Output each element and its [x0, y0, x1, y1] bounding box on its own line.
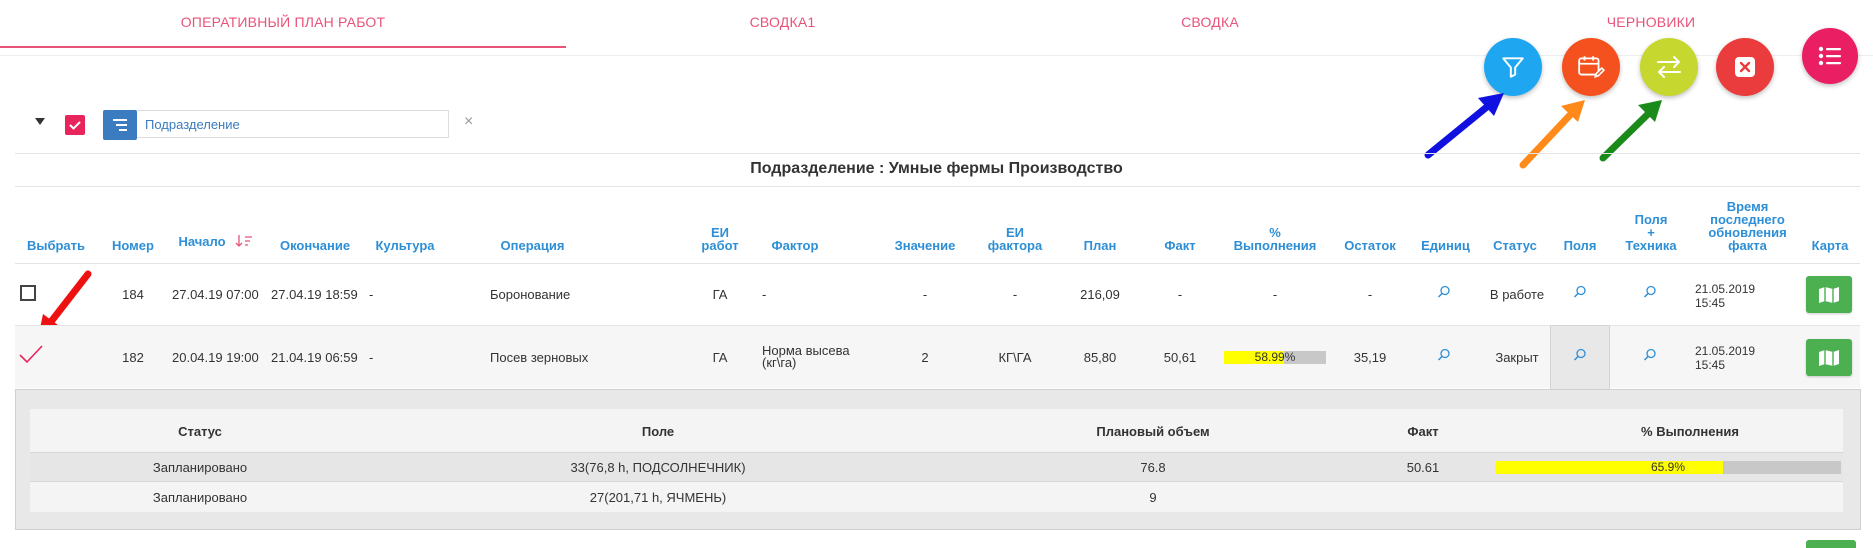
row-completion: - [1272, 287, 1278, 302]
col-remaining[interactable]: Остаток [1335, 239, 1405, 252]
detail-col-completion: % Выполнения [1641, 424, 1739, 439]
col-select: Выбрать [26, 238, 86, 253]
divider [15, 186, 1860, 187]
row-end: 27.04.19 18:59 [271, 287, 358, 302]
header-divider [15, 263, 1860, 264]
col-end[interactable]: Окончание [270, 239, 360, 252]
detail-planned-volume: 9 [1149, 490, 1157, 505]
row-fact: 50,61 [1163, 350, 1197, 365]
row-remaining: - [1367, 287, 1373, 302]
check-icon [69, 121, 81, 130]
search-icon[interactable] [1573, 348, 1587, 362]
col-fields-equipment: Поля + Техника [1625, 212, 1677, 253]
blue-arrow [1424, 93, 1504, 159]
collapse-caret-icon[interactable] [35, 118, 45, 125]
row-value: - [922, 287, 928, 302]
group-title: Подразделение : Умные фермы Производство [750, 160, 1123, 177]
row-update-time: 21.05.2019 15:45 [1695, 282, 1756, 310]
col-value[interactable]: Значение [885, 239, 965, 252]
detail-fact: 50.61 [1406, 460, 1440, 475]
row-operation: Боронование [490, 287, 571, 302]
col-units: Единиц [1421, 238, 1470, 253]
row-status: В работе [1489, 287, 1545, 302]
sort-desc-icon[interactable] [235, 234, 253, 248]
group-select-checkbox[interactable] [65, 115, 85, 135]
next-map-button[interactable] [1806, 540, 1856, 548]
row-operation: Посев зерновых [490, 350, 589, 365]
col-update-time[interactable]: Время последнего обновления факта [1695, 200, 1800, 252]
row-update-time: 21.05.2019 15:45 [1695, 344, 1756, 372]
detail-col-fact: Факт [1407, 424, 1439, 439]
col-start[interactable]: Начало [172, 235, 232, 248]
row-crop: - [369, 350, 374, 365]
detail-field: 27(201,71 h, ЯЧМЕНЬ) [589, 490, 727, 505]
col-crop[interactable]: Культура [365, 239, 445, 252]
grouping-icon-button[interactable] [103, 110, 137, 140]
detail-progress-bar: 65.9% [1495, 461, 1841, 474]
row-plan: 216,09 [1080, 287, 1120, 302]
col-factor[interactable]: Фактор [765, 239, 825, 252]
row-value: 2 [921, 350, 929, 365]
orange-arrow [1519, 100, 1585, 169]
search-icon[interactable] [1573, 285, 1587, 299]
row-crop: - [369, 287, 374, 302]
col-fact[interactable]: Факт [1155, 239, 1205, 252]
map-icon [1819, 349, 1839, 366]
row-remaining: 35,19 [1353, 350, 1387, 365]
col-fields: Поля [1563, 238, 1597, 253]
row-end: 21.04.19 06:59 [271, 350, 358, 365]
col-work-unit[interactable]: ЕИ работ [690, 226, 750, 252]
row-factor: - [762, 287, 767, 302]
map-button[interactable] [1806, 276, 1852, 313]
search-icon[interactable] [1643, 285, 1657, 299]
detail-planned-volume: 76.8 [1140, 460, 1166, 475]
detail-status: Запланировано [152, 490, 248, 505]
checked-mark-icon[interactable] [18, 343, 44, 365]
map-button[interactable] [1806, 339, 1852, 376]
progress-label: 58.99% [1254, 350, 1296, 364]
row-status: Закрыт [1495, 350, 1539, 365]
search-icon[interactable] [1643, 348, 1657, 362]
green-arrow [1599, 100, 1662, 162]
detail-row [30, 482, 1843, 512]
col-plan[interactable]: План [1075, 239, 1125, 252]
detail-col-status: Статус [178, 424, 222, 439]
detail-col-planned-volume: Плановый объем [1096, 424, 1210, 439]
grouping-field[interactable]: Подразделение [137, 110, 449, 138]
clear-grouping-icon[interactable]: × [464, 113, 473, 131]
progress-label: 65.9% [1650, 460, 1686, 474]
row-select-checkbox[interactable] [20, 285, 36, 301]
col-completion[interactable]: % Выполнения [1225, 226, 1325, 252]
detail-col-field: Поле [641, 424, 675, 439]
align-lines-icon [113, 119, 127, 131]
divider [15, 153, 1860, 154]
detail-status: Запланировано [152, 460, 248, 475]
row-factor-unit: КГ\ГА [998, 350, 1032, 365]
row-work-unit: ГА [712, 350, 728, 365]
row-number: 184 [122, 287, 144, 302]
row-factor: Норма высева (кг\га) [762, 343, 850, 370]
row-fact: - [1177, 287, 1183, 302]
row-work-unit: ГА [712, 287, 728, 302]
row-factor-unit: - [1012, 287, 1018, 302]
completion-progress-bar: 58.99% [1224, 351, 1326, 364]
row-plan: 85,80 [1083, 350, 1117, 365]
col-map: Карта [1811, 238, 1849, 253]
row-start: 20.04.19 19:00 [172, 350, 259, 365]
col-operation[interactable]: Операция [470, 239, 595, 252]
search-icon[interactable] [1437, 348, 1451, 362]
col-factor-unit[interactable]: ЕИ фактора [980, 226, 1050, 252]
row-start: 27.04.19 07:00 [172, 287, 259, 302]
col-number[interactable]: Номер [103, 239, 163, 252]
map-icon [1819, 286, 1839, 303]
row-number: 182 [122, 350, 144, 365]
detail-field: 33(76,8 h, ПОДСОЛНЕЧНИК) [570, 460, 746, 475]
search-icon[interactable] [1437, 285, 1451, 299]
col-status[interactable]: Статус [1485, 239, 1545, 252]
